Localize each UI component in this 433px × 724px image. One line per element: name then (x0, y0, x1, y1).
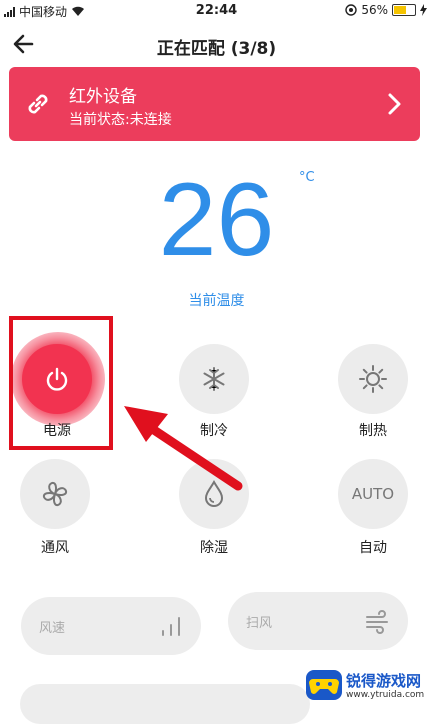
ventilate-button[interactable] (20, 459, 90, 529)
device-card[interactable]: 红外设备 当前状态:未连接 (9, 67, 420, 141)
snowflake-icon (203, 367, 225, 391)
fan-icon (42, 481, 68, 507)
location-lock-icon (345, 4, 358, 16)
link-icon (28, 94, 48, 114)
auto-icon-text: AUTO (351, 485, 395, 503)
heat-button[interactable] (338, 344, 408, 414)
wind-icon (366, 610, 388, 634)
ventilate-label: 通风 (41, 540, 69, 556)
gamepad-logo-icon (306, 670, 342, 700)
fan-speed-control[interactable]: 风速 (21, 597, 201, 655)
watermark-title: 锐得游戏网 (346, 672, 422, 690)
chevron-right-icon (388, 93, 401, 115)
page-title: 正在匹配 (3/8) (156, 39, 277, 59)
device-status: 当前状态:未连接 (69, 112, 172, 128)
highlight-box (9, 316, 113, 450)
dehumidify-label: 除湿 (200, 540, 228, 556)
signal-bars-icon (162, 617, 180, 636)
watermark-url: www.ytruida.com (346, 690, 425, 700)
auto-label: 自动 (359, 540, 387, 556)
sun-icon (359, 365, 387, 393)
watermark: 锐得游戏网 www.ytruida.com (306, 668, 430, 704)
header: 正在匹配 (3/8) (0, 28, 433, 62)
swing-label: 扫风 (246, 616, 273, 631)
temperature-value: 26 (158, 162, 275, 278)
temperature-unit: °C (299, 170, 315, 185)
heat-label: 制热 (359, 423, 387, 439)
status-right: 56% (345, 3, 427, 17)
charging-icon (420, 4, 427, 16)
swing-control[interactable]: 扫风 (228, 592, 408, 650)
pointer-arrow (124, 406, 243, 491)
fan-speed-label: 风速 (39, 621, 66, 636)
bottom-control[interactable] (20, 684, 310, 724)
temperature-label: 当前温度 (188, 293, 245, 309)
battery-icon (392, 4, 416, 16)
auto-button[interactable]: AUTO (338, 459, 408, 529)
device-title: 红外设备 (69, 87, 137, 107)
battery-percent: 56% (361, 3, 388, 17)
status-bar: 中国移动 22:44 56% (0, 0, 433, 22)
